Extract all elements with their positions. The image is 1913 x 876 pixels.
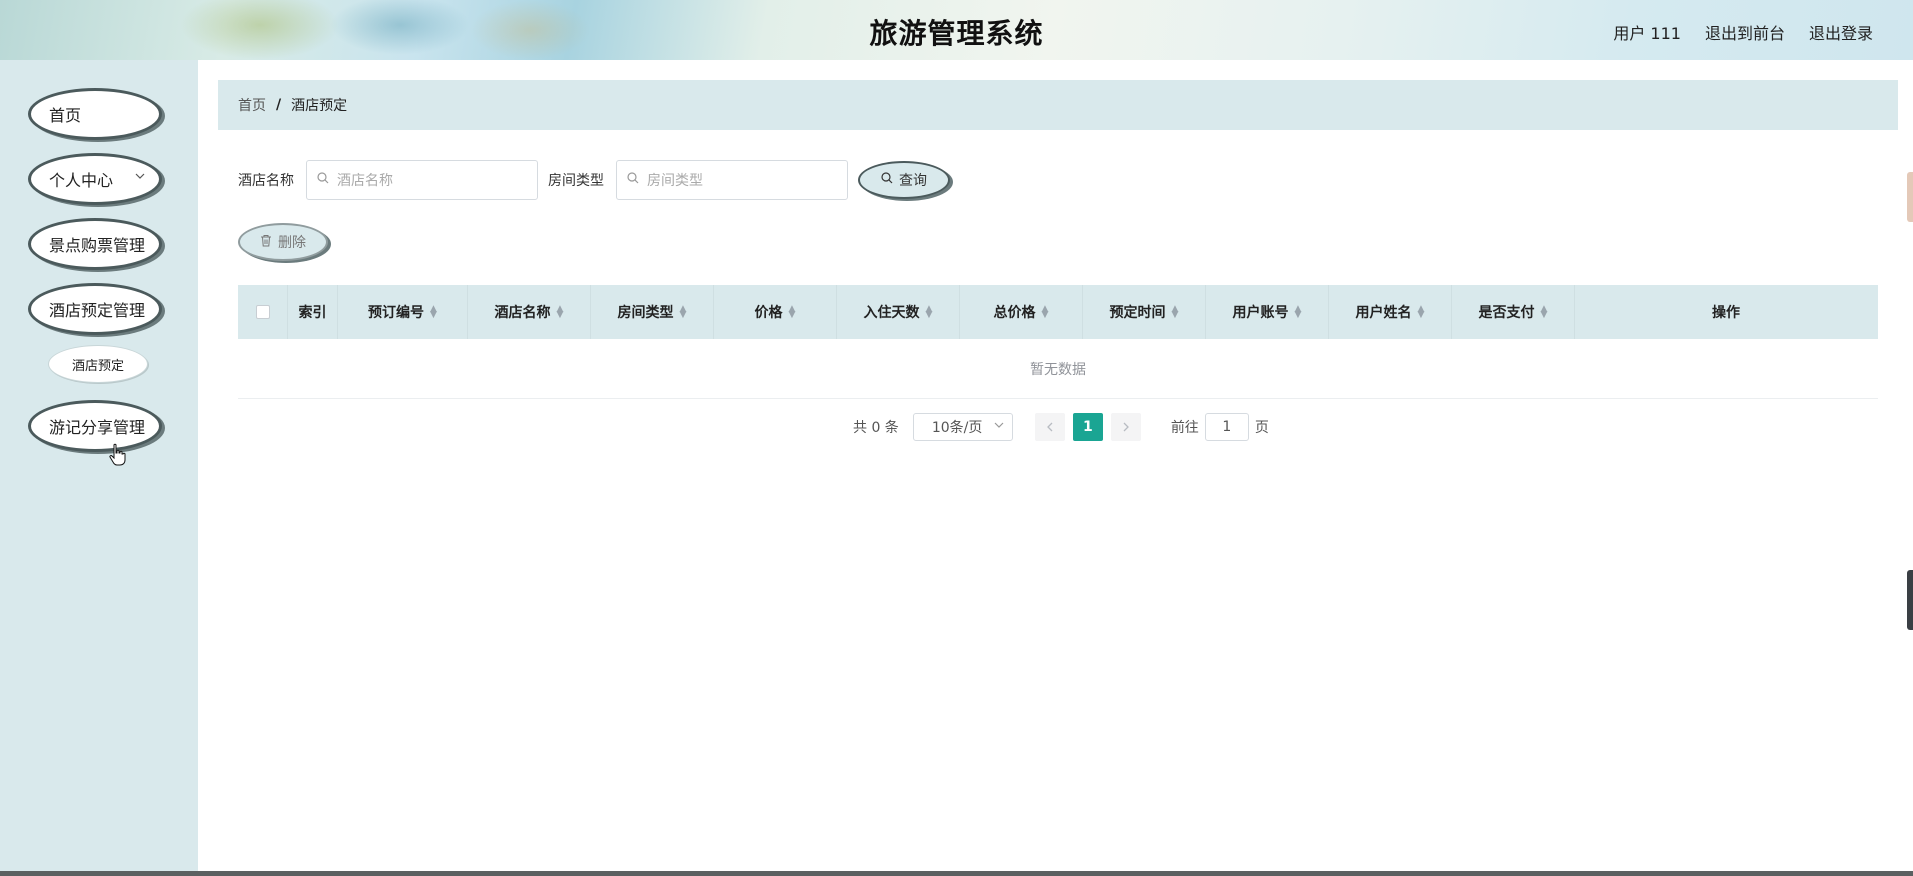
sort-icon[interactable]: ▲ ▼ [1295, 305, 1302, 320]
sidebar-item-label: 首页 [49, 106, 82, 125]
side-float-tab[interactable] [1907, 570, 1913, 630]
column-header-label: 价格 [754, 305, 783, 321]
breadcrumb-current: 酒店预定 [291, 98, 348, 114]
user-name-link[interactable]: 用户 111 [1613, 20, 1681, 44]
column-header-label: 用户账号 [1232, 305, 1289, 321]
column-header-stay-days[interactable]: 入住天数 ▲ ▼ [837, 285, 960, 339]
hand-cursor-icon [109, 443, 126, 466]
column-header-label: 酒店名称 [494, 305, 551, 321]
column-header-label: 索引 [298, 305, 327, 321]
sort-icon[interactable]: ▲ ▼ [430, 305, 437, 320]
table-header: 索引 预订编号 ▲ ▼ 酒店名称 ▲ ▼ 房间类型 ▲ ▼ 价格 ▲ ▼ 入住天数 ▲ ▼… [238, 285, 1878, 339]
search-icon [627, 172, 639, 188]
select-all-checkbox[interactable] [255, 305, 270, 319]
column-header-label: 用户姓名 [1355, 305, 1412, 321]
empty-text: 暂无数据 [1030, 361, 1086, 378]
room-type-placeholder: 房间类型 [647, 173, 703, 189]
sidebar: 首页 个人中心 景点购票管理 酒店预定管理 酒店预定 游记分享管理 [0, 60, 198, 871]
breadcrumb: 首页 / 酒店预定 [218, 80, 1898, 130]
prev-page-button[interactable] [1034, 413, 1065, 441]
side-float-tab[interactable] [1907, 172, 1913, 222]
sort-icon[interactable]: ▲ ▼ [1172, 305, 1179, 320]
sidebar-item-home[interactable]: 首页 [28, 88, 162, 140]
column-header-user-name[interactable]: 用户姓名 ▲ ▼ [1329, 285, 1452, 339]
sidebar-item-ticket-management[interactable]: 景点购票管理 [28, 218, 162, 270]
column-header-paid[interactable]: 是否支付 ▲ ▼ [1452, 285, 1575, 339]
page-number-current[interactable]: 1 [1072, 413, 1103, 441]
search-form: 酒店名称 酒店名称 房间类型 房间类型 查询 [238, 160, 950, 200]
search-icon [881, 172, 893, 188]
sidebar-item-label: 景点购票管理 [49, 236, 146, 255]
hotel-name-label: 酒店名称 [238, 173, 294, 189]
sidebar-item-label: 游记分享管理 [49, 418, 146, 437]
logout-link[interactable]: 退出登录 [1809, 20, 1873, 44]
sort-icon[interactable]: ▲ ▼ [557, 305, 564, 320]
column-header-price[interactable]: 价格 ▲ ▼ [714, 285, 837, 339]
exit-to-frontend-link[interactable]: 退出到前台 [1705, 20, 1785, 44]
column-header-hotel-name[interactable]: 酒店名称 ▲ ▼ [468, 285, 591, 339]
select-all-cell [238, 285, 288, 339]
column-header-label: 是否支付 [1478, 305, 1535, 321]
sidebar-item-label: 酒店预定管理 [49, 301, 146, 320]
column-header-label: 入住天数 [863, 305, 920, 321]
page-size-select[interactable]: 10条/页 [912, 413, 1013, 441]
column-header-label: 操作 [1712, 305, 1740, 321]
column-header-actions: 操作 [1575, 285, 1877, 339]
booking-table: 索引 预订编号 ▲ ▼ 酒店名称 ▲ ▼ 房间类型 ▲ ▼ 价格 ▲ ▼ 入住天数 ▲ ▼… [238, 285, 1878, 399]
search-icon [317, 172, 329, 188]
hotel-name-placeholder: 酒店名称 [337, 173, 393, 189]
column-header-room-type[interactable]: 房间类型 ▲ ▼ [591, 285, 714, 339]
sort-icon[interactable]: ▲ ▼ [926, 305, 933, 320]
sort-icon[interactable]: ▲ ▼ [1541, 305, 1548, 320]
chevron-left-icon [1046, 422, 1053, 432]
page-size-value: 10条/页 [931, 420, 983, 436]
column-header-label: 预订编号 [368, 305, 425, 321]
goto-label: 前往 [1170, 420, 1199, 436]
room-type-label: 房间类型 [548, 173, 604, 189]
column-header-label: 总价格 [993, 305, 1036, 321]
sort-icon[interactable]: ▲ ▼ [1418, 305, 1425, 320]
column-header-booking-time[interactable]: 预定时间 ▲ ▼ [1083, 285, 1206, 339]
sort-icon[interactable]: ▲ ▼ [1042, 305, 1049, 320]
breadcrumb-separator: / [276, 97, 282, 113]
chevron-down-icon [994, 420, 1004, 433]
total-count: 共 0 条 [853, 420, 899, 436]
column-header-booking-no[interactable]: 预订编号 ▲ ▼ [338, 285, 468, 339]
trash-icon [260, 234, 272, 251]
bottom-strip [0, 871, 1913, 876]
delete-button-label: 删除 [278, 235, 306, 251]
column-header-user-account[interactable]: 用户账号 ▲ ▼ [1206, 285, 1329, 339]
next-page-button[interactable] [1110, 413, 1141, 441]
goto-page-input[interactable]: 1 [1204, 413, 1249, 441]
sidebar-item-personal-center[interactable]: 个人中心 [28, 153, 162, 205]
chevron-down-icon [135, 170, 145, 184]
sidebar-item-travel-notes-management[interactable]: 游记分享管理 [28, 400, 162, 452]
room-type-input[interactable]: 房间类型 [616, 160, 848, 200]
sidebar-item-hotel-booking-management[interactable]: 酒店预定管理 [28, 283, 162, 335]
table-empty-row: 暂无数据 [238, 339, 1878, 399]
top-header: 旅游管理系统 用户 111 退出到前台 退出登录 [0, 0, 1913, 60]
breadcrumb-home[interactable]: 首页 [238, 95, 266, 115]
sidebar-item-label: 酒店预定 [71, 358, 124, 374]
query-button-label: 查询 [899, 173, 927, 189]
sidebar-item-label: 个人中心 [49, 171, 114, 190]
page-suffix: 页 [1254, 420, 1269, 436]
chevron-right-icon [1123, 422, 1129, 432]
sort-icon[interactable]: ▲ ▼ [680, 305, 687, 320]
query-button[interactable]: 查询 [858, 161, 950, 199]
hotel-name-input[interactable]: 酒店名称 [306, 160, 538, 200]
column-header-total-price[interactable]: 总价格 ▲ ▼ [960, 285, 1083, 339]
column-header-index: 索引 [288, 285, 338, 339]
header-links: 用户 111 退出到前台 退出登录 [1613, 20, 1873, 44]
delete-button[interactable]: 删除 [238, 223, 328, 261]
column-header-label: 房间类型 [617, 305, 674, 321]
column-header-label: 预定时间 [1109, 305, 1166, 321]
pagination: 共 0 条 10条/页 1 前往 1 页 [853, 413, 1269, 441]
sort-icon[interactable]: ▲ ▼ [789, 305, 796, 320]
sidebar-subitem-hotel-booking[interactable]: 酒店预定 [48, 345, 148, 383]
